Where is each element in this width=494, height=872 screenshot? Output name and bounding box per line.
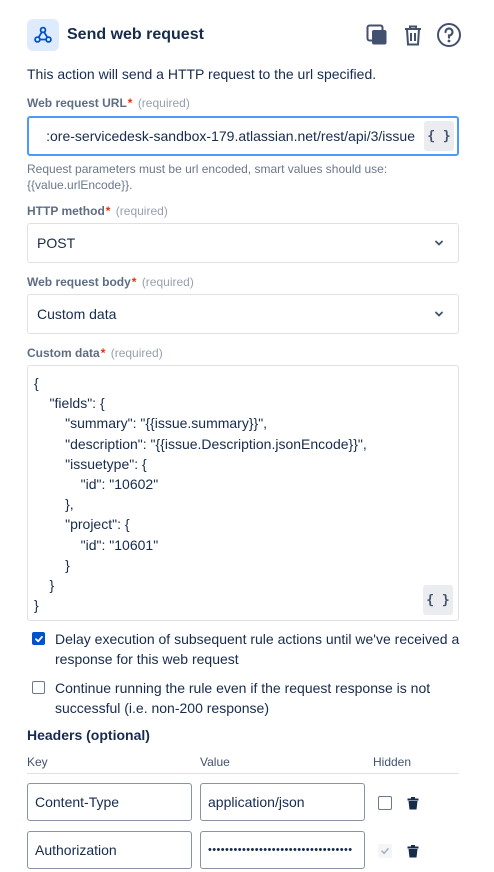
header-key-input[interactable]: Content-Type xyxy=(27,783,192,821)
headers-value-column: Value xyxy=(200,755,230,769)
chevron-down-icon xyxy=(435,311,443,317)
custom-data-label: Custom data* (required) xyxy=(27,346,163,360)
header-key-input[interactable]: Authorization xyxy=(27,831,192,869)
custom-data-editor[interactable]: { "fields": { "summary": "{{issue.summar… xyxy=(27,365,459,621)
action-title: Send web request xyxy=(67,26,204,43)
delete-header-button[interactable] xyxy=(405,843,421,859)
trash-icon xyxy=(405,25,421,46)
header-value-input[interactable]: •••••••••••••••••••••••••••••••••• xyxy=(200,831,365,869)
continue-option-label: Continue running the rule even if the re… xyxy=(55,680,431,716)
duplicate-icon xyxy=(366,24,387,45)
check-icon xyxy=(381,848,389,855)
http-method-value: POST xyxy=(37,235,76,251)
continue-checkbox[interactable] xyxy=(32,681,45,694)
headers-section-title: Headers (optional) xyxy=(27,727,150,743)
duplicate-button[interactable] xyxy=(363,21,391,49)
url-value[interactable]: :ore-servicedesk-sandbox-179.atlassian.n… xyxy=(46,128,415,144)
header-value-input[interactable]: application/json xyxy=(200,783,365,821)
trash-icon xyxy=(407,844,419,857)
delete-action-button[interactable] xyxy=(399,21,427,49)
webhook-icon xyxy=(27,19,59,51)
help-icon xyxy=(437,23,461,47)
action-header: Send web request xyxy=(27,19,463,51)
continue-option: Continue running the rule even if the re… xyxy=(32,678,462,718)
http-method-select[interactable]: POST xyxy=(27,223,459,263)
headers-key-column: Key xyxy=(27,755,48,769)
url-smart-value-button[interactable]: { } xyxy=(424,121,454,151)
custom-data-smart-value-button[interactable]: { } xyxy=(423,585,453,615)
delete-header-button[interactable] xyxy=(405,795,421,811)
check-icon xyxy=(34,635,43,642)
url-input[interactable]: :ore-servicedesk-sandbox-179.atlassian.n… xyxy=(27,116,459,156)
method-label: HTTP method* (required) xyxy=(27,204,168,218)
action-description: This action will send a HTTP request to … xyxy=(27,66,377,82)
header-hidden-checkbox[interactable] xyxy=(378,796,392,810)
custom-data-code[interactable]: { "fields": { "summary": "{{issue.summar… xyxy=(34,373,367,615)
url-label: Web request URL* (required) xyxy=(27,96,190,110)
trash-icon xyxy=(407,796,419,809)
chevron-down-icon xyxy=(435,240,443,246)
request-body-value: Custom data xyxy=(37,306,117,322)
header-hidden-checkbox[interactable] xyxy=(378,844,392,858)
url-helper-text: Request parameters must be url encoded, … xyxy=(27,162,388,192)
delay-checkbox[interactable] xyxy=(32,632,45,645)
delay-option: Delay execution of subsequent rule actio… xyxy=(32,629,462,669)
headers-divider xyxy=(27,773,459,774)
help-button[interactable] xyxy=(435,21,463,49)
body-label: Web request body* (required) xyxy=(27,275,194,289)
delay-option-label: Delay execution of subsequent rule actio… xyxy=(55,631,460,667)
request-body-select[interactable]: Custom data xyxy=(27,294,459,334)
headers-hidden-column: Hidden xyxy=(373,755,412,769)
